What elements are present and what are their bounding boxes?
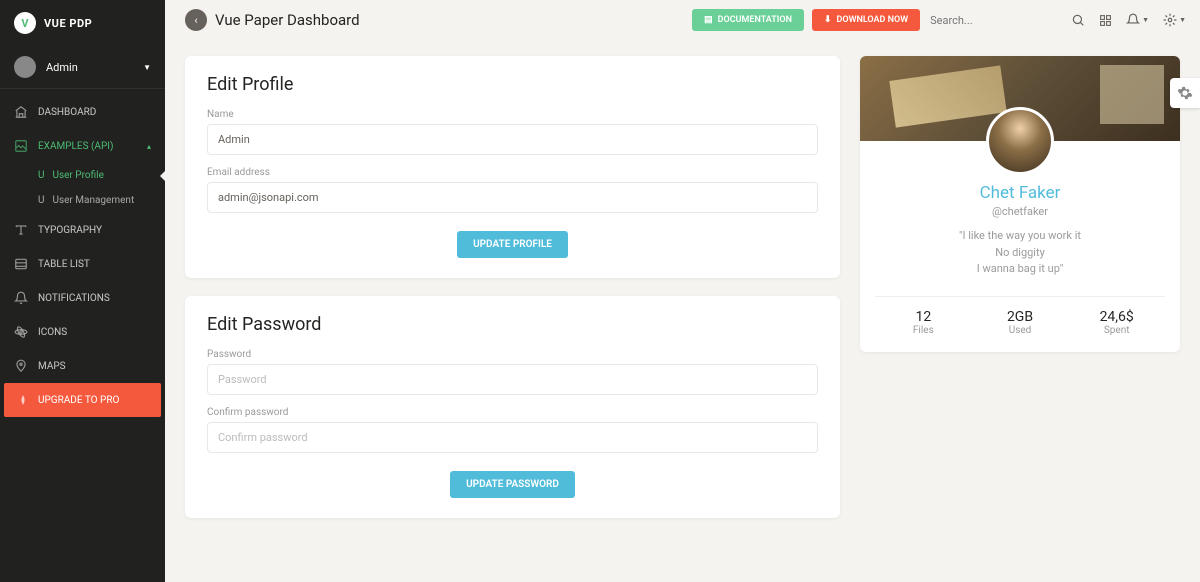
card-title: Edit Password: [207, 314, 818, 335]
user-avatar: [14, 56, 36, 78]
sidebar: V VUE PDP Admin ▼ DASHBOARD EXAMPLES (AP…: [0, 0, 165, 582]
btn-label: DOWNLOAD NOW: [837, 15, 909, 25]
sidebar-item-dashboard[interactable]: DASHBOARD: [0, 95, 165, 129]
sidebar-sub-user-profile[interactable]: U User Profile: [0, 163, 165, 188]
theme-settings-button[interactable]: [1170, 78, 1200, 108]
nav-label: DASHBOARD: [38, 107, 96, 118]
upgrade-button[interactable]: UPGRADE TO PRO: [4, 383, 161, 417]
settings-icon[interactable]: ▼: [1163, 13, 1186, 27]
profile-avatar: [986, 107, 1054, 175]
profile-handle: @chetfaker: [860, 205, 1180, 218]
email-field[interactable]: [207, 182, 818, 213]
sub-letter: U: [38, 170, 44, 181]
pin-icon: [14, 359, 28, 373]
profile-quote: "I like the way you work it No diggity I…: [860, 228, 1180, 296]
sidebar-user[interactable]: Admin ▼: [0, 46, 165, 89]
grid-icon[interactable]: [1099, 14, 1112, 27]
brand[interactable]: V VUE PDP: [0, 0, 165, 46]
password-field[interactable]: [207, 364, 818, 395]
image-icon: [14, 139, 28, 153]
download-icon: ⬇: [824, 15, 832, 25]
brand-logo: V: [14, 12, 36, 34]
name-field[interactable]: [207, 124, 818, 155]
chevron-down-icon: ▼: [143, 63, 151, 72]
name-label: Name: [207, 109, 818, 120]
nav-label: TYPOGRAPHY: [38, 225, 102, 236]
main: ‹ Vue Paper Dashboard ▤ DOCUMENTATION ⬇ …: [165, 0, 1200, 582]
text-icon: [14, 223, 28, 237]
topbar: ‹ Vue Paper Dashboard ▤ DOCUMENTATION ⬇ …: [165, 0, 1200, 40]
bell-icon: [14, 291, 28, 305]
profile-name: Chet Faker: [860, 183, 1180, 203]
content: Edit Profile Name Email address UPDATE P…: [165, 40, 1200, 534]
user-name: Admin: [46, 61, 133, 74]
chevron-left-icon: ‹: [194, 14, 197, 27]
stat-used: 2GB Used: [972, 309, 1069, 336]
nav-label: EXAMPLES (API): [38, 141, 113, 152]
profile-card: Chet Faker @chetfaker "I like the way yo…: [860, 56, 1180, 352]
email-label: Email address: [207, 167, 818, 178]
list-icon: [14, 257, 28, 271]
edit-profile-card: Edit Profile Name Email address UPDATE P…: [185, 56, 840, 278]
upgrade-label: UPGRADE TO PRO: [38, 395, 119, 406]
page-title: Vue Paper Dashboard: [215, 11, 684, 29]
atom-icon: [14, 325, 28, 339]
notifications-icon[interactable]: ▼: [1126, 13, 1149, 27]
update-password-button[interactable]: UPDATE PASSWORD: [450, 471, 575, 498]
sub-label: User Profile: [52, 170, 103, 181]
card-title: Edit Profile: [207, 74, 818, 95]
btn-label: DOCUMENTATION: [718, 15, 792, 25]
search-icon[interactable]: [1071, 13, 1085, 27]
edit-password-card: Edit Password Password Confirm password …: [185, 296, 840, 518]
sidebar-item-typography[interactable]: TYPOGRAPHY: [0, 213, 165, 247]
nav-label: NOTIFICATIONS: [38, 293, 110, 304]
sidebar-item-maps[interactable]: MAPS: [0, 349, 165, 383]
sidebar-item-notifications[interactable]: NOTIFICATIONS: [0, 281, 165, 315]
file-icon: ▤: [704, 15, 713, 25]
confirm-password-field[interactable]: [207, 422, 818, 453]
sub-letter: U: [38, 195, 44, 206]
confirm-password-label: Confirm password: [207, 407, 818, 418]
sidebar-item-icons[interactable]: ICONS: [0, 315, 165, 349]
rocket-icon: [16, 393, 30, 407]
brand-text: VUE PDP: [44, 17, 92, 30]
sidebar-sub-user-management[interactable]: U User Management: [0, 188, 165, 213]
nav-label: TABLE LIST: [38, 259, 90, 270]
search-input[interactable]: [928, 9, 1063, 32]
stat-spent: 24,6$ Spent: [1068, 309, 1165, 336]
sidebar-item-table-list[interactable]: TABLE LIST: [0, 247, 165, 281]
update-profile-button[interactable]: UPDATE PROFILE: [457, 231, 568, 258]
documentation-button[interactable]: ▤ DOCUMENTATION: [692, 9, 804, 31]
chevron-up-icon: ▴: [147, 142, 151, 151]
sidebar-item-examples[interactable]: EXAMPLES (API) ▴: [0, 129, 165, 163]
back-button[interactable]: ‹: [185, 9, 207, 31]
sub-label: User Management: [52, 195, 134, 206]
download-button[interactable]: ⬇ DOWNLOAD NOW: [812, 9, 920, 31]
sidebar-nav: DASHBOARD EXAMPLES (API) ▴ U User Profile…: [0, 89, 165, 582]
gear-icon: [1177, 85, 1193, 101]
bank-icon: [14, 105, 28, 119]
stat-files: 12 Files: [875, 309, 972, 336]
password-label: Password: [207, 349, 818, 360]
nav-label: ICONS: [38, 327, 67, 338]
profile-stats: 12 Files 2GB Used 24,6$ Spent: [875, 296, 1165, 352]
nav-label: MAPS: [38, 361, 66, 372]
